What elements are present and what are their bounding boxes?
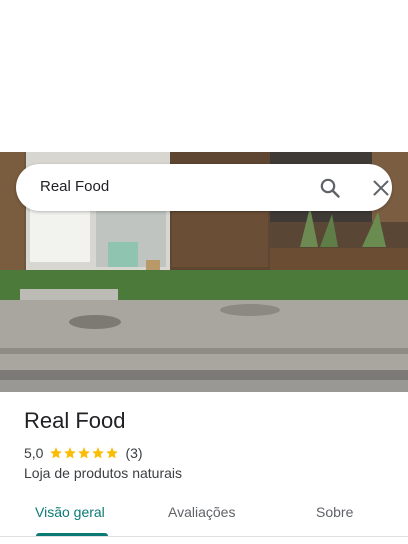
place-category[interactable]: Loja de produtos naturais (24, 465, 182, 481)
star-rating (49, 446, 119, 460)
tab-overview[interactable]: Visão geral (35, 504, 105, 520)
search-icon[interactable] (318, 176, 342, 200)
rating-value: 5,0 (24, 445, 44, 461)
search-bar[interactable]: Real Food (16, 164, 392, 211)
divider (0, 536, 408, 537)
tab-bar: Visão geral Avaliações Sobre (0, 496, 408, 536)
star-icon (78, 447, 91, 459)
star-icon (64, 447, 77, 459)
star-icon (106, 447, 119, 459)
star-icon (92, 447, 105, 459)
close-icon[interactable] (369, 176, 393, 200)
place-title: Real Food (24, 408, 126, 433)
review-count[interactable]: (3) (125, 445, 142, 461)
rating-row[interactable]: 5,0 (3) (24, 444, 143, 462)
star-icon (50, 447, 63, 459)
search-input[interactable]: Real Food (40, 178, 109, 195)
tab-about[interactable]: Sobre (316, 504, 353, 520)
tab-reviews[interactable]: Avaliações (168, 504, 235, 520)
